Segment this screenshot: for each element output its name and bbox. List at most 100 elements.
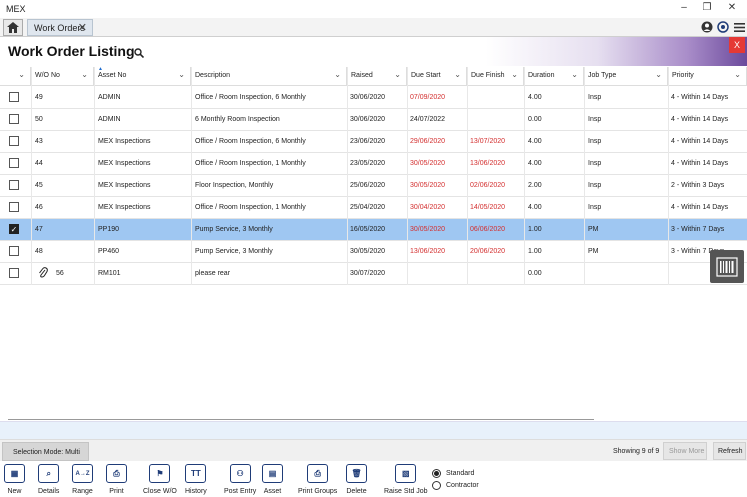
tab-close-icon[interactable]: ✕: [78, 21, 87, 34]
table-row[interactable]: 48 PP460 Pump Service, 3 Monthly 30/05/2020…: [0, 241, 747, 263]
cell-duration: 2.00: [528, 182, 542, 189]
row-checkbox[interactable]: ✓: [9, 224, 19, 234]
new-icon: ▦: [4, 464, 25, 483]
chevron-down-icon[interactable]: ⌄: [454, 70, 461, 79]
cell-desc: Pump Service, 3 Monthly: [195, 226, 273, 233]
restore-icon[interactable]: ❐: [700, 2, 714, 13]
column-header-label: Job Type: [588, 72, 617, 79]
column-header-due_finish[interactable]: Due Finish ⌄: [467, 67, 524, 86]
chevron-down-icon[interactable]: ⌄: [334, 70, 341, 79]
cell-job-type: Insp: [588, 160, 602, 167]
chevron-down-icon[interactable]: ⌄: [394, 70, 401, 79]
chevron-down-icon[interactable]: ⌄: [511, 70, 518, 79]
close-window-icon[interactable]: ✕: [725, 2, 739, 13]
column-divider: [668, 67, 669, 285]
delete-button[interactable]: 🗑 Delete: [346, 464, 367, 495]
row-checkbox[interactable]: [9, 92, 19, 102]
column-header-raised[interactable]: Raised ⌄: [347, 67, 407, 86]
menu-icon[interactable]: [732, 20, 746, 34]
help-icon[interactable]: [716, 20, 730, 34]
barcode-icon: [716, 256, 738, 277]
table-row[interactable]: 50 ADMIN 6 Monthly Room Inspection 30/06/20…: [0, 109, 747, 131]
refresh-button[interactable]: Refresh: [713, 442, 746, 460]
table-row[interactable]: 44 MEX Inspections Office / Room Inspectio…: [0, 153, 747, 175]
cell-priority: 4 - Within 14 Days: [671, 94, 729, 101]
asset-button[interactable]: ▤ Asset: [262, 464, 283, 495]
table-row[interactable]: ✓ 47 PP190 Pump Service, 3 Monthly 16/05/202…: [0, 219, 747, 241]
print-icon: ⎙: [106, 464, 127, 483]
chevron-down-icon[interactable]: ⌄: [571, 70, 578, 79]
cell-due-start: 30/05/2020: [410, 226, 446, 233]
chevron-down-icon[interactable]: ⌄: [734, 70, 741, 79]
radio-dot[interactable]: [432, 469, 441, 478]
chevron-down-icon[interactable]: ⌄: [18, 70, 25, 79]
row-checkbox[interactable]: [9, 158, 19, 168]
row-checkbox[interactable]: [9, 180, 19, 190]
cell-desc: Floor Inspection, Monthly: [195, 182, 274, 189]
table-row[interactable]: 43 MEX Inspections Office / Room Inspectio…: [0, 131, 747, 153]
cell-priority: 2 - Within 3 Days: [671, 182, 725, 189]
tab-bar: Work Orders ✕: [0, 18, 747, 37]
table-row[interactable]: 45 MEX Inspections Floor Inspection, Month…: [0, 175, 747, 197]
history-button[interactable]: TT History: [185, 464, 207, 495]
cell-job-type: PM: [588, 248, 599, 255]
column-header-priority[interactable]: Priority ⌄: [668, 67, 747, 86]
home-button[interactable]: [3, 19, 23, 36]
row-checkbox[interactable]: [9, 136, 19, 146]
table-row[interactable]: 56 RM101 please rear 30/07/2020 0.00: [0, 263, 747, 285]
user-icon[interactable]: [700, 20, 714, 34]
barcode-scan-button[interactable]: [710, 250, 744, 283]
column-header-duration[interactable]: Duration ⌄: [524, 67, 584, 86]
range-button[interactable]: A→Z Range: [72, 464, 93, 495]
radio-contractor[interactable]: Contractor: [432, 481, 479, 490]
post-entry-button[interactable]: ⚇ Post Entry: [224, 464, 256, 495]
print-groups-button[interactable]: ⎙ Print Groups: [298, 464, 337, 495]
details-button[interactable]: ⌕ Details: [38, 464, 59, 495]
row-checkbox[interactable]: [9, 114, 19, 124]
toolbar-label: New: [7, 488, 22, 495]
column-header-desc[interactable]: Description ⌄: [191, 67, 347, 86]
print-button[interactable]: ⎙ Print: [106, 464, 127, 495]
row-checkbox[interactable]: [9, 268, 19, 278]
chevron-down-icon[interactable]: ⌄: [655, 70, 662, 79]
table-row[interactable]: 49 ADMIN Office / Room Inspection, 6 Month…: [0, 87, 747, 109]
cell-duration: 1.00: [528, 248, 542, 255]
cell-wo: 56: [56, 270, 64, 277]
chevron-down-icon[interactable]: ⌄: [81, 70, 88, 79]
toolbar-label: Print: [109, 488, 124, 495]
search-icon[interactable]: [134, 45, 145, 63]
tab-work-orders[interactable]: Work Orders ✕: [27, 19, 93, 36]
column-header-job_type[interactable]: Job Type ⌄: [584, 67, 668, 86]
row-checkbox[interactable]: [9, 246, 19, 256]
selection-mode-button[interactable]: Selection Mode: Multi: [2, 442, 89, 461]
chevron-down-icon[interactable]: ⌄: [178, 70, 185, 79]
close-page-button[interactable]: X: [729, 37, 745, 53]
cell-asset: ADMIN: [98, 116, 121, 123]
column-header-label: Description: [195, 72, 231, 79]
cell-wo: 48: [35, 248, 43, 255]
radio-standard[interactable]: Standard: [432, 469, 474, 478]
radio-label: Standard: [446, 470, 475, 477]
close-wo-button[interactable]: ⚑ Close W/O: [143, 464, 177, 495]
column-divider: [347, 67, 348, 285]
attachment-icon[interactable]: [38, 267, 48, 281]
column-header-wo[interactable]: W/O No ⌄: [31, 67, 94, 86]
column-header-select[interactable]: ⌄: [0, 67, 31, 86]
column-header-asset[interactable]: Asset No ⌄ ▲: [94, 66, 191, 86]
show-more-button[interactable]: Show More: [663, 442, 707, 460]
toolbar-label: Range: [72, 488, 93, 495]
column-header-due_start[interactable]: Due Start ⌄: [407, 67, 467, 86]
row-checkbox[interactable]: [9, 202, 19, 212]
new-button[interactable]: ▦ New: [4, 464, 25, 495]
table-row[interactable]: 46 MEX Inspections Office / Room Inspectio…: [0, 197, 747, 219]
cell-priority: 4 - Within 14 Days: [671, 204, 729, 211]
column-divider: [191, 67, 192, 285]
toolbar-label: Asset: [263, 488, 282, 495]
column-header-label: Due Start: [411, 72, 441, 79]
cell-raised: 23/05/2020: [350, 160, 386, 167]
raise-std-job-button[interactable]: ▧ Raise Std Job: [384, 464, 428, 495]
page-header: Work Order Listing: [0, 37, 747, 66]
horizontal-scrollbar[interactable]: [8, 419, 594, 420]
minimize-icon[interactable]: –: [677, 2, 691, 13]
radio-dot[interactable]: [432, 481, 441, 490]
